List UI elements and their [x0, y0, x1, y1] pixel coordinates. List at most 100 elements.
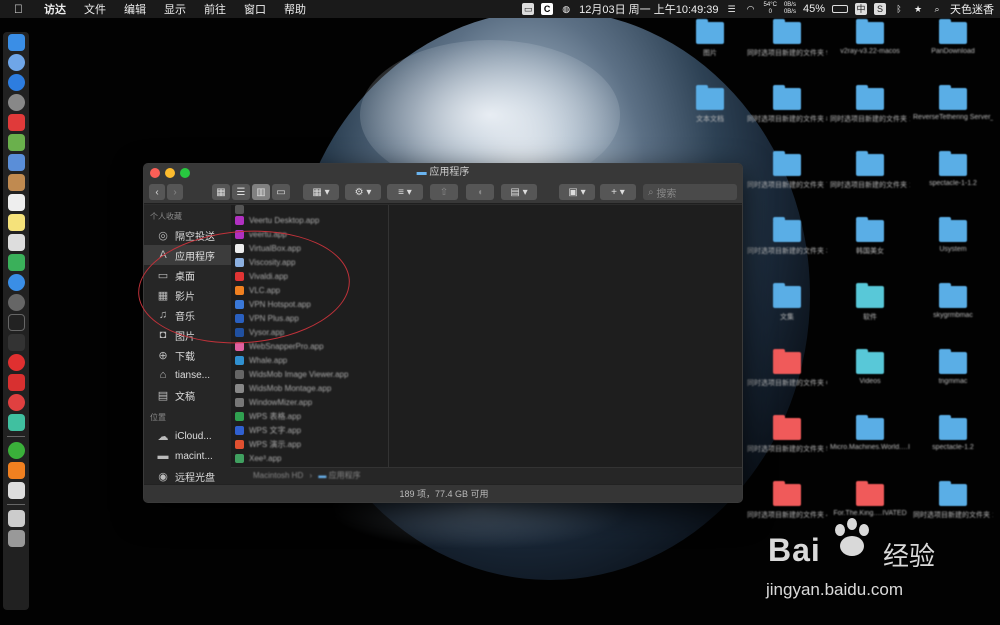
file-row[interactable]: WPS 表格.app	[231, 409, 388, 423]
desktop-folder[interactable]: v2ray-v3.22-macos	[830, 19, 910, 55]
share-button[interactable]: ⇧	[430, 184, 458, 200]
sidebar-item-music[interactable]: ♫ 音乐	[144, 305, 231, 325]
desktop-folder[interactable]: 同时选项目新建的文件夹 9	[747, 19, 827, 58]
finder-dock-icon[interactable]	[7, 34, 25, 51]
desktop-folder[interactable]: PanDownload	[913, 19, 993, 55]
battery-icon[interactable]	[832, 5, 848, 13]
document-dock-icon[interactable]	[7, 482, 25, 499]
safari-dock-icon[interactable]	[7, 54, 25, 71]
file-row[interactable]: WPS 文字.app	[231, 423, 388, 437]
clock[interactable]: 12月03日 周一 上午10:49:39	[579, 1, 718, 17]
sidebar-item-applications[interactable]: A 应用程序	[144, 245, 231, 265]
menu-view[interactable]: 显示	[164, 1, 186, 17]
forward-button[interactable]: ›	[167, 184, 183, 200]
desktop-folder[interactable]: 同时选项目新建的文件夹 6	[747, 349, 827, 388]
app-menu[interactable]: 访达	[44, 1, 66, 17]
file-row[interactable]: WidsMob Montage.app	[231, 381, 388, 395]
file-column[interactable]: Veertu Desktop.app veertu.app VirtualBox.a…	[231, 205, 389, 467]
path-item-folder[interactable]: 应用程序	[329, 471, 361, 480]
menu-help[interactable]: 帮助	[284, 1, 306, 17]
music-dock-icon[interactable]	[7, 114, 25, 131]
desktop-folder[interactable]: 同时选项目新建的文件夹 3	[747, 217, 827, 256]
terminal-dock-icon[interactable]	[7, 334, 25, 351]
menu-go[interactable]: 前往	[204, 1, 226, 17]
search-field[interactable]: ⌕ 搜索	[643, 184, 737, 200]
wechat-dock-icon[interactable]	[7, 442, 25, 459]
vivaldi-dock-icon[interactable]	[7, 374, 25, 391]
sidebar-item-pictures[interactable]: ◘ 图片	[144, 325, 231, 345]
back-button[interactable]: ‹	[149, 184, 165, 200]
gallery-view-button[interactable]: ▭	[272, 184, 290, 200]
appstore-dock-icon[interactable]	[7, 274, 25, 291]
file-row[interactable]: veertu.app	[231, 227, 388, 241]
file-row[interactable]: WPS 演示.app	[231, 437, 388, 451]
file-row[interactable]: Veertu Desktop.app	[231, 213, 388, 227]
zoom-button[interactable]	[180, 168, 190, 178]
sidebar-item-disk[interactable]: ▬ macint...	[144, 446, 231, 466]
preview-column[interactable]	[389, 205, 742, 467]
weibo-dock-icon[interactable]	[7, 394, 25, 411]
file-row[interactable]: Xee³.app	[231, 451, 388, 465]
mail-dock-icon[interactable]	[7, 154, 25, 171]
wifi-icon[interactable]: ◠	[745, 3, 757, 15]
file-row[interactable]: WebSnapperPro.app	[231, 339, 388, 353]
yandex-dock-icon[interactable]	[7, 354, 25, 371]
sidebar-item-documents[interactable]: ▤ 文稿	[144, 385, 231, 405]
desktop-folder[interactable]: ReverseTethering Server_1.2.0	[913, 85, 993, 121]
close-button[interactable]	[150, 168, 160, 178]
desktop-folder[interactable]: 同时选项目新建的文件夹 5	[747, 415, 827, 454]
desktop-folder[interactable]: 同时选项目新建的文件夹 8	[747, 85, 827, 124]
menu-file[interactable]: 文件	[84, 1, 106, 17]
file-row[interactable]: Vysor.app	[231, 325, 388, 339]
desktop-folder[interactable]: 韩国美女	[830, 217, 910, 256]
file-row[interactable]: Whale.app	[231, 353, 388, 367]
user-name[interactable]: 天色迷香	[950, 1, 994, 17]
trash-dock-icon[interactable]	[7, 530, 25, 547]
tag-button[interactable]: ◖	[466, 184, 494, 200]
group-button[interactable]: ▦ ▾	[303, 184, 339, 200]
file-row[interactable]	[231, 205, 388, 214]
android-dock-icon[interactable]	[7, 134, 25, 151]
desktop-folder[interactable]: tngmmac	[913, 349, 993, 385]
sidebar-item-downloads[interactable]: ⊕ 下载	[144, 345, 231, 365]
apple-menu-icon[interactable]: 	[14, 2, 23, 16]
desktop-folder[interactable]: Usystem	[913, 217, 993, 253]
file-row[interactable]: Vivaldi.app	[231, 269, 388, 283]
input-method[interactable]: 中	[855, 3, 867, 15]
globe-icon[interactable]: ◍	[560, 3, 572, 15]
desktop-folder[interactable]: 同时选项目新建的文件夹 7	[747, 151, 827, 190]
desktop-folder[interactable]: 软件	[830, 283, 910, 322]
calendar-dock-icon[interactable]	[7, 194, 25, 211]
list-icon[interactable]: ☰	[726, 3, 738, 15]
search-menubar-icon[interactable]: ⌕	[931, 3, 943, 15]
desktop-folder[interactable]: spectacle-1-1.2	[913, 151, 993, 187]
file-row[interactable]: VirtualBox.app	[231, 241, 388, 255]
app-dock-icon[interactable]	[7, 414, 25, 431]
menu-window[interactable]: 窗口	[244, 1, 266, 17]
action-gear-button[interactable]: ⚙ ▾	[345, 184, 381, 200]
compass-dock-icon[interactable]	[7, 74, 25, 91]
vlc-dock-icon[interactable]	[7, 462, 25, 479]
desktop-folder[interactable]: 同时选项目新建的文件夹 12	[830, 151, 910, 190]
desktop-folder[interactable]: Micro.Machines.World.…IVATED	[830, 415, 910, 451]
finder-window[interactable]: ▬ 应用程序 ‹ › ▦ ☰ ▥ ▭ ▦ ▾ ⚙ ▾ ≡ ▾ ⇧ ◖ ▤ ▾ ▣…	[143, 163, 743, 503]
file-row[interactable]: VPN Hotspot.app	[231, 297, 388, 311]
desktop-folder[interactable]: 同时选项目新建的文件夹 13	[830, 85, 910, 124]
reminders-dock-icon[interactable]	[7, 234, 25, 251]
desktop-folder[interactable]: skygrmbmac	[913, 283, 993, 319]
sidebar-item-cloud[interactable]: ☁ iCloud...	[144, 426, 231, 446]
sidebar-item-remote-disc[interactable]: ◉ 远程光盘	[144, 466, 231, 486]
activity-monitor-dock-icon[interactable]	[7, 314, 25, 331]
bluetooth-icon[interactable]: ᛒ	[893, 3, 905, 15]
path-item-disk[interactable]: Macintosh HD	[253, 471, 303, 480]
file-row[interactable]: VPN Plus.app	[231, 311, 388, 325]
facetime-dock-icon[interactable]	[7, 254, 25, 271]
desktop-folder[interactable]: Videos	[830, 349, 910, 385]
star-icon[interactable]: ★	[912, 3, 924, 15]
contacts-dock-icon[interactable]	[7, 174, 25, 191]
file-row[interactable]: VLC.app	[231, 283, 388, 297]
list-view-button[interactable]: ☰	[232, 184, 250, 200]
sidebar-item-home[interactable]: ⌂ tianse...	[144, 365, 231, 385]
file-row[interactable]: WidsMob Image Viewer.app	[231, 367, 388, 381]
icon-view-button[interactable]: ▦	[212, 184, 230, 200]
